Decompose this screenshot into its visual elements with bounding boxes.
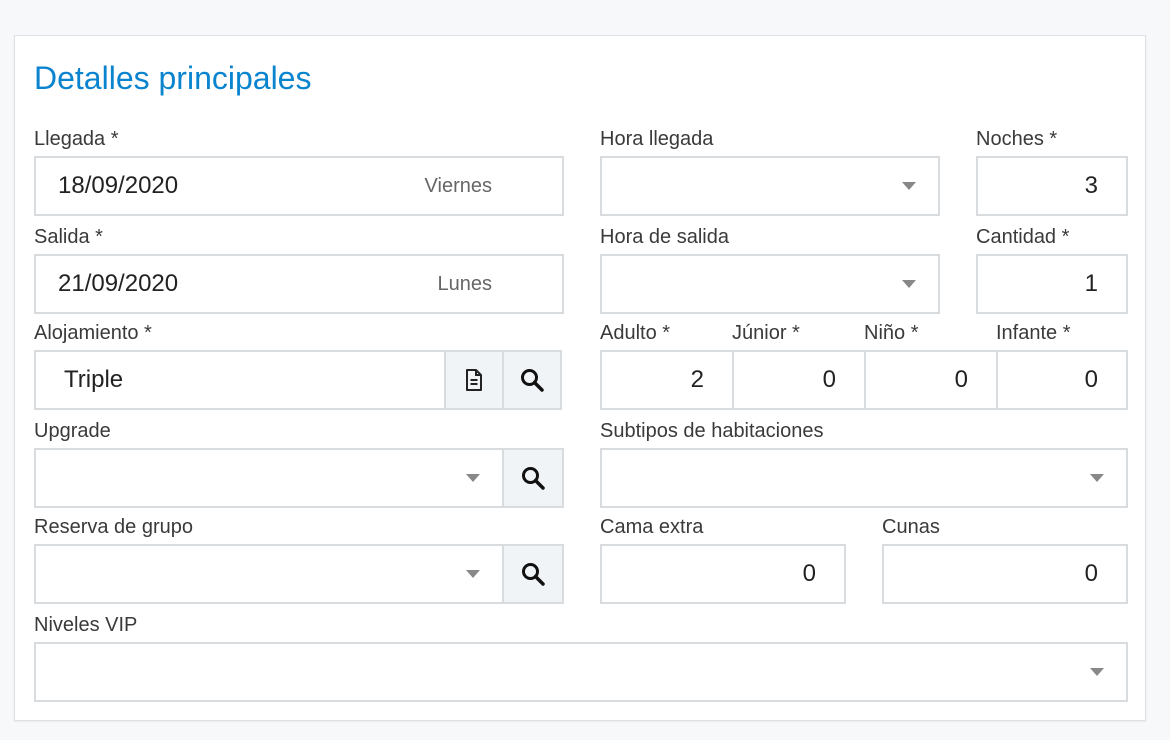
reserva-grupo-search-button[interactable] [502, 544, 564, 604]
adulto-input[interactable]: 2 [600, 350, 734, 410]
caret-down-icon [1090, 668, 1104, 676]
upgrade-actions [502, 448, 564, 508]
adulto-label: Adulto * [600, 322, 671, 344]
upgrade-label: Upgrade [34, 420, 111, 442]
caret-down-icon [466, 570, 480, 578]
junior-label: Júnior * [732, 322, 800, 344]
cantidad-label: Cantidad * [976, 226, 1070, 248]
cunas-value: 0 [1084, 560, 1098, 587]
alojamiento-value: Triple [64, 366, 124, 393]
infante-value: 0 [1084, 366, 1098, 393]
hora-llegada-select[interactable] [600, 156, 940, 216]
alojamiento-actions [444, 350, 564, 410]
noches-value: 3 [1084, 172, 1098, 199]
caret-down-icon [466, 474, 480, 482]
salida-weekday: Lunes [437, 273, 493, 295]
junior-input[interactable]: 0 [732, 350, 866, 410]
llegada-date-field[interactable]: 18/09/2020 Viernes [34, 156, 564, 216]
search-icon [521, 369, 544, 392]
caret-down-icon [902, 280, 916, 288]
nino-value: 0 [954, 366, 968, 393]
cama-extra-value: 0 [802, 560, 816, 587]
search-icon [522, 467, 545, 490]
cunas-label: Cunas [882, 516, 940, 538]
reserva-grupo-actions [502, 544, 564, 604]
nino-label: Niño * [864, 322, 919, 344]
document-button[interactable] [444, 350, 504, 410]
salida-value: 21/09/2020 [58, 270, 179, 297]
subtipos-label: Subtipos de habitaciones [600, 420, 824, 442]
caret-down-icon [902, 182, 916, 190]
cunas-input[interactable]: 0 [882, 544, 1128, 604]
llegada-weekday: Viernes [424, 175, 492, 197]
subtipos-select[interactable] [600, 448, 1128, 508]
cama-extra-input[interactable]: 0 [600, 544, 846, 604]
cantidad-input[interactable]: 1 [976, 254, 1128, 314]
adulto-value: 2 [690, 366, 704, 393]
infante-label: Infante * [996, 322, 1071, 344]
hora-salida-label: Hora de salida [600, 226, 729, 248]
noches-label: Noches * [976, 128, 1058, 150]
search-icon [522, 563, 545, 586]
alojamiento-input[interactable]: Triple [34, 350, 446, 410]
noches-input[interactable]: 3 [976, 156, 1128, 216]
hora-llegada-label: Hora llegada [600, 128, 714, 150]
cama-extra-label: Cama extra [600, 516, 704, 538]
upgrade-select[interactable] [34, 448, 504, 508]
llegada-value: 18/09/2020 [58, 172, 179, 199]
alojamiento-search-button[interactable] [502, 350, 562, 410]
niveles-vip-label: Niveles VIP [34, 614, 138, 636]
junior-value: 0 [822, 366, 836, 393]
alojamiento-label: Alojamiento * [34, 322, 152, 344]
caret-down-icon [1090, 474, 1104, 482]
cantidad-value: 1 [1084, 270, 1098, 297]
reserva-grupo-label: Reserva de grupo [34, 516, 193, 538]
reserva-grupo-select[interactable] [34, 544, 504, 604]
salida-label: Salida * [34, 226, 103, 248]
upgrade-search-button[interactable] [502, 448, 564, 508]
nino-input[interactable]: 0 [864, 350, 998, 410]
infante-input[interactable]: 0 [996, 350, 1128, 410]
hora-salida-select[interactable] [600, 254, 940, 314]
salida-date-field[interactable]: 21/09/2020 Lunes [34, 254, 564, 314]
section-title: Detalles principales [34, 60, 312, 96]
niveles-vip-select[interactable] [34, 642, 1128, 702]
llegada-label: Llegada * [34, 128, 119, 150]
document-icon [466, 369, 482, 391]
